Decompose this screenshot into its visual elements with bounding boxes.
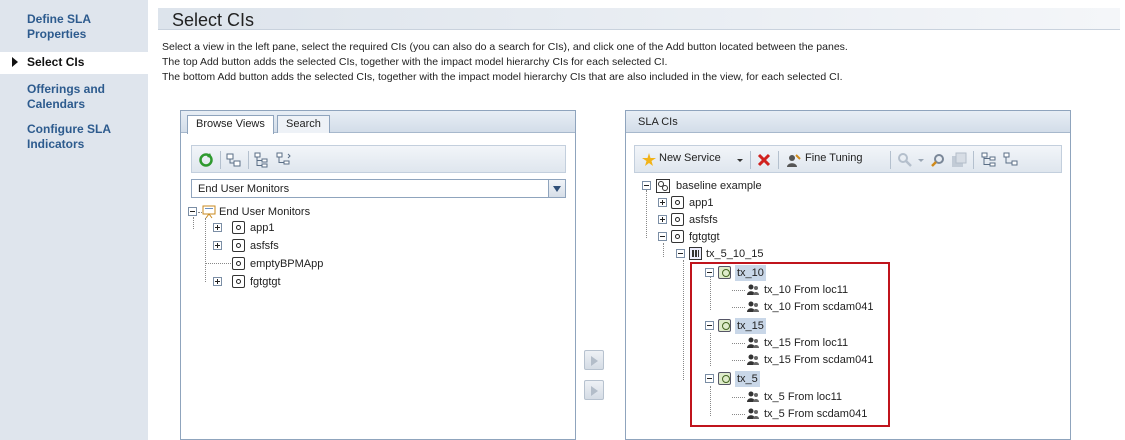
delete-icon[interactable] — [756, 152, 772, 168]
expand-toggle-icon[interactable] — [213, 223, 222, 232]
tree-line — [206, 263, 231, 264]
description-line: The bottom Add button adds the selected … — [162, 71, 843, 83]
tree-node-label: emptyBPMApp — [250, 258, 324, 270]
ci-icon — [671, 196, 684, 209]
toolbar-separator — [778, 151, 779, 169]
expand-toggle-icon[interactable] — [658, 198, 667, 207]
collapse-toggle-icon[interactable] — [642, 181, 651, 190]
toolbar-separator — [890, 151, 891, 169]
nav-item-offerings-calendars[interactable]: Offerings and Calendars — [0, 82, 148, 122]
chevron-down-icon[interactable] — [548, 180, 565, 197]
tree-node-label: app1 — [250, 222, 275, 234]
view-select-value: End User Monitors — [198, 183, 290, 195]
ci-icon — [232, 275, 245, 288]
expand-toggle-icon[interactable] — [658, 215, 667, 224]
title-bar — [158, 8, 1120, 30]
fine-tuning-icon — [787, 154, 801, 167]
toolbar-separator — [750, 151, 751, 169]
nav-item-label: Select CIs — [27, 55, 85, 69]
description-line: The top Add button adds the selected CIs… — [162, 56, 668, 68]
tree-node-label: baseline example — [676, 180, 762, 192]
tree-node-label: End User Monitors — [219, 206, 311, 218]
monitor-view-icon — [202, 205, 216, 219]
sla-toolbar: New Service Fine Tuning — [634, 145, 1062, 173]
expand-tree-icon[interactable] — [254, 152, 270, 168]
tree-node-label: asfsfs — [689, 214, 718, 226]
nav-item-label: Configure SLA Indicators — [27, 122, 111, 151]
add-with-hierarchy-button[interactable] — [584, 350, 604, 370]
tree-line — [646, 190, 647, 238]
fine-tuning-label: Fine Tuning — [805, 152, 863, 164]
tree-line — [193, 217, 194, 229]
tab-browse-views[interactable]: Browse Views — [187, 115, 274, 134]
tree-node-label: asfsfs — [250, 240, 279, 252]
refresh-icon[interactable] — [198, 152, 214, 168]
toolbar-separator — [220, 151, 221, 169]
view-select[interactable]: End User Monitors — [191, 179, 566, 198]
properties-icon[interactable] — [951, 152, 967, 168]
panel-tabs-header: Browse Views Search — [181, 111, 575, 134]
ci-icon — [671, 213, 684, 226]
tree-node-label: app1 — [689, 197, 714, 209]
nav-item-configure-sla-indicators[interactable]: Configure SLA Indicators — [0, 122, 148, 162]
nav-item-label: Define SLA Properties — [27, 12, 92, 41]
nav-item-label: Offerings and Calendars — [27, 82, 106, 111]
dropdown-arrow-icon[interactable] — [736, 152, 744, 168]
ci-icon — [232, 221, 245, 234]
expand-tree-icon[interactable] — [981, 152, 997, 168]
find-ci-icon[interactable] — [931, 152, 947, 168]
transaction-group-icon — [689, 247, 702, 260]
sla-cis-header: SLA CIs — [626, 111, 1070, 133]
ci-icon — [232, 239, 245, 252]
collapse-toggle-icon[interactable] — [658, 232, 667, 241]
toolbar-separator — [973, 151, 974, 169]
new-service-label: New Service — [659, 152, 721, 164]
toolbar-separator — [248, 151, 249, 169]
tree-node-label: fgtgtgt — [689, 231, 720, 243]
highlight-box — [690, 262, 890, 427]
wizard-nav: Define SLA Properties Select CIs Offerin… — [0, 0, 148, 440]
tree-line — [663, 243, 664, 257]
collapse-tree-icon[interactable] — [276, 152, 292, 168]
expand-toggle-icon[interactable] — [213, 277, 222, 286]
tree-node-label: tx_5_10_15 — [706, 248, 764, 260]
tree-node-label: fgtgtgt — [250, 276, 281, 288]
ci-icon — [232, 257, 245, 270]
tree-line — [205, 218, 206, 282]
tree-line — [683, 260, 684, 380]
collapse-tree-icon[interactable] — [1003, 152, 1019, 168]
add-with-view-hierarchy-button[interactable] — [584, 380, 604, 400]
nav-item-define-sla-properties[interactable]: Define SLA Properties — [0, 12, 148, 52]
page-title: Select CIs — [172, 10, 255, 30]
show-related-icon[interactable] — [226, 152, 242, 168]
browse-toolbar — [191, 145, 566, 173]
nav-item-select-cis[interactable]: Select CIs — [0, 52, 148, 74]
page-description: Select a view in the left pane, select t… — [162, 40, 1112, 85]
panel-title: SLA CIs — [638, 116, 678, 128]
collapse-toggle-icon[interactable] — [676, 249, 685, 258]
dropdown-arrow-icon[interactable] — [917, 152, 925, 168]
service-icon — [656, 179, 670, 193]
tab-search[interactable]: Search — [277, 115, 330, 133]
current-step-arrow-icon — [12, 57, 18, 67]
description-line: Select a view in the left pane, select t… — [162, 41, 848, 53]
ci-icon — [671, 230, 684, 243]
zoom-icon[interactable] — [897, 152, 913, 168]
expand-toggle-icon[interactable] — [213, 241, 222, 250]
star-icon — [642, 153, 656, 166]
collapse-toggle-icon[interactable] — [188, 207, 197, 216]
